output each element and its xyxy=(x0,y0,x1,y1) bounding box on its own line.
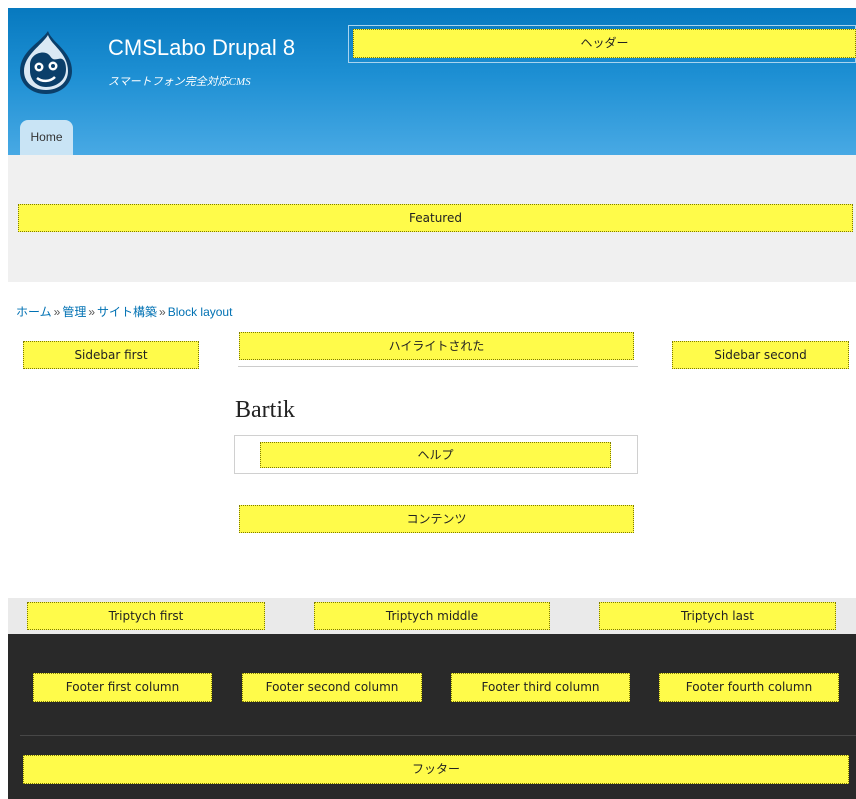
page-title: Bartik xyxy=(235,397,295,423)
footer-third-block: Footer third column xyxy=(451,673,630,702)
breadcrumb-structure-link[interactable]: サイト構築 xyxy=(97,305,157,319)
footer-second-block: Footer second column xyxy=(242,673,422,702)
tab-home[interactable]: Home xyxy=(20,120,73,155)
featured-block: Featured xyxy=(18,204,853,232)
breadcrumb-block-layout-link[interactable]: Block layout xyxy=(168,305,233,319)
footer-fourth-block: Footer fourth column xyxy=(659,673,839,702)
highlighted-block: ハイライトされた xyxy=(239,332,634,360)
triptych-middle-block: Triptych middle xyxy=(314,602,550,630)
highlighted-divider xyxy=(238,366,638,367)
sidebar-second-block: Sidebar second xyxy=(672,341,849,369)
footer-divider xyxy=(20,735,856,736)
footer-first-block: Footer first column xyxy=(33,673,212,702)
triptych-first-block: Triptych first xyxy=(27,602,265,630)
breadcrumb-separator: » xyxy=(53,305,61,319)
header-region-block: ヘッダー xyxy=(353,29,856,58)
site-header: CMSLabo Drupal 8 スマートフォン完全対応CMS ヘッダー Hom… xyxy=(8,8,856,155)
breadcrumb-home-link[interactable]: ホーム xyxy=(16,305,52,319)
help-block: ヘルプ xyxy=(260,442,611,468)
page: CMSLabo Drupal 8 スマートフォン完全対応CMS ヘッダー Hom… xyxy=(8,8,856,799)
breadcrumb: ホーム» 管理» サイト構築» Block layout xyxy=(16,303,232,320)
content-block: コンテンツ xyxy=(239,505,634,533)
site-name[interactable]: CMSLabo Drupal 8 xyxy=(108,35,295,61)
sidebar-first-block: Sidebar first xyxy=(23,341,199,369)
site-slogan: スマートフォン完全対応CMS xyxy=(108,76,251,88)
breadcrumb-admin-link[interactable]: 管理 xyxy=(62,305,86,319)
breadcrumb-separator: » xyxy=(159,305,166,319)
triptych-last-block: Triptych last xyxy=(599,602,836,630)
breadcrumb-separator: » xyxy=(88,305,96,319)
drupal-logo-icon[interactable] xyxy=(18,29,74,95)
footer-region-block: フッター xyxy=(23,755,849,784)
